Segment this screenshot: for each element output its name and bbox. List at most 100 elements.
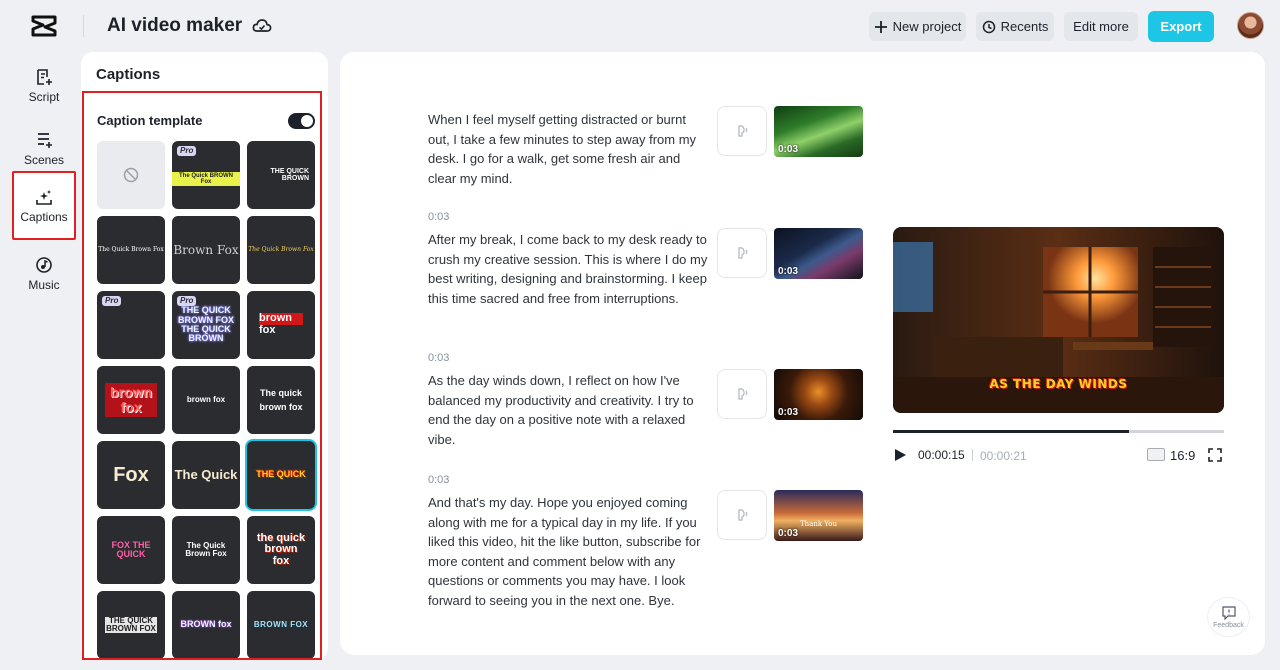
template-tile[interactable]: BROWN fox — [172, 591, 240, 658]
rail-item-label: Scenes — [23, 153, 65, 167]
template-tile[interactable]: The Quick Brown Fox — [247, 216, 315, 284]
new-project-label: New project — [892, 19, 962, 34]
template-preview-text: The Quick BROWN Fox — [172, 171, 240, 187]
template-preview-text: Fox — [113, 463, 149, 486]
voiceover-button[interactable] — [717, 106, 767, 156]
plus-icon — [874, 20, 887, 33]
voice-icon — [738, 388, 748, 400]
template-tile[interactable]: Brown Fox — [172, 216, 240, 284]
voice-icon — [738, 125, 748, 137]
template-none[interactable] — [97, 141, 165, 209]
progress-fill — [893, 430, 1130, 433]
video-preview[interactable]: AS THE DAY WINDS — [893, 227, 1224, 413]
template-preview-text: The Quick Brown Fox — [248, 245, 314, 253]
scene-thumbnail[interactable]: 0:03 — [774, 228, 863, 279]
fullscreen-icon[interactable] — [1208, 448, 1222, 462]
template-tile[interactable]: The Quick Brown Fox — [172, 516, 240, 584]
template-preview-text: the quick brown fox — [256, 531, 306, 567]
script-icon — [37, 69, 52, 85]
thumbnail-caption: Thank You — [799, 520, 838, 528]
template-tile[interactable]: BROWN FOX — [247, 591, 315, 658]
play-icon[interactable] — [893, 448, 907, 462]
pro-badge: Pro — [102, 296, 122, 307]
cloud-sync-icon[interactable] — [252, 16, 272, 36]
template-tile[interactable]: The Quick Brown Fox — [97, 216, 165, 284]
capcut-logo-icon[interactable] — [31, 14, 57, 38]
rail-item-label: Script — [28, 90, 60, 104]
no-caption-icon — [123, 167, 139, 183]
history-icon — [982, 20, 995, 33]
voice-icon — [738, 509, 748, 521]
template-tile[interactable]: brown fox — [247, 291, 315, 359]
scenes-icon — [38, 133, 52, 148]
template-tile[interactable]: Pro — [97, 291, 165, 359]
template-tile[interactable]: Pro The Quick BROWN Fox — [172, 141, 240, 209]
time-separator — [972, 449, 973, 461]
current-time: 00:00:15 — [918, 448, 965, 462]
rail-item-captions[interactable]: Captions — [12, 171, 76, 240]
rail-item-music[interactable]: Music — [12, 245, 76, 303]
template-tile[interactable]: the quick brown fox — [247, 516, 315, 584]
music-icon — [36, 257, 52, 273]
divider — [83, 15, 84, 37]
export-label: Export — [1160, 19, 1202, 34]
template-preview-text: brown fox — [186, 394, 226, 404]
scene-duration: 0:03 — [778, 528, 799, 539]
template-preview-text: The Quick Brown Fox — [185, 540, 227, 558]
aspect-ratio-icon[interactable] — [1147, 448, 1165, 461]
template-preview-text: THE QUICK BROWN FOX — [105, 615, 157, 634]
panel-title: Captions — [96, 66, 161, 83]
template-tile[interactable]: Pro THE QUICK BROWN FOX THE QUICK BROWN — [172, 291, 240, 359]
template-tile-selected[interactable]: THE QUICK — [247, 441, 315, 509]
avatar[interactable] — [1237, 12, 1264, 39]
voiceover-button[interactable] — [717, 369, 767, 419]
new-project-button[interactable]: New project — [869, 12, 966, 41]
template-tile[interactable]: brown fox — [97, 366, 165, 434]
scene-timestamp: 0:03 — [428, 474, 450, 486]
recents-button[interactable]: Recents — [976, 12, 1054, 41]
template-tile[interactable]: The Quick — [172, 441, 240, 509]
template-tile[interactable]: THE QUICK BROWN — [247, 141, 315, 209]
scene-text[interactable]: When I feel myself getting distracted or… — [428, 110, 708, 188]
voiceover-button[interactable] — [717, 228, 767, 278]
template-tile[interactable]: The quick brown fox — [247, 366, 315, 434]
scene-text[interactable]: And that's my day. Hope you enjoyed comi… — [428, 493, 708, 610]
scene-duration: 0:03 — [778, 407, 799, 418]
caption-template-toggle[interactable] — [288, 113, 315, 129]
template-preview-text: The quick brown fox — [259, 387, 303, 412]
rail-item-scenes[interactable]: Scenes — [12, 120, 76, 178]
template-preview-text: THE QUICK BROWN — [270, 167, 310, 182]
edit-more-label: Edit more — [1073, 19, 1129, 34]
scene-thumbnail[interactable]: 0:03 — [774, 369, 863, 420]
template-preview-text: The Quick Brown Fox — [98, 245, 164, 253]
feedback-label: Feedback — [1213, 621, 1244, 629]
template-tile[interactable]: THE QUICK BROWN FOX — [97, 591, 165, 658]
recents-label: Recents — [1000, 19, 1049, 34]
aspect-ratio-button[interactable]: 16:9 — [1170, 448, 1195, 463]
scene-thumbnail[interactable]: 0:03 — [774, 106, 863, 157]
feedback-button[interactable]: Feedback — [1207, 597, 1250, 637]
scene-text[interactable]: After my break, I come back to my desk r… — [428, 230, 708, 308]
top-bar: AI video maker New project Recents Edit … — [0, 0, 1280, 52]
scene-thumbnail[interactable]: Thank You 0:03 — [774, 490, 863, 541]
voiceover-button[interactable] — [717, 490, 767, 540]
app-title: AI video maker — [107, 15, 243, 36]
template-tile[interactable]: FOX THE QUICK — [97, 516, 165, 584]
rail-item-script[interactable]: Script — [12, 57, 76, 115]
pro-badge: Pro — [177, 296, 197, 307]
template-preview-text: THE QUICK — [256, 469, 306, 480]
edit-more-button[interactable]: Edit more — [1064, 12, 1138, 41]
captions-panel: Captions Caption template Pro The Quick … — [81, 52, 328, 660]
template-preview-text: Brown Fox — [173, 242, 239, 257]
scene-text[interactable]: As the day winds down, I reflect on how … — [428, 371, 708, 449]
playback-progress-bar[interactable] — [893, 430, 1224, 433]
export-button[interactable]: Export — [1148, 11, 1214, 42]
pro-badge: Pro — [177, 146, 197, 157]
template-preview-text: brown fox — [105, 383, 157, 417]
template-tile[interactable]: Fox — [97, 441, 165, 509]
preview-caption: AS THE DAY WINDS — [989, 377, 1128, 391]
template-preview-text: THE QUICK BROWN FOX THE QUICK BROWN — [178, 305, 234, 344]
rail-item-label: Captions — [20, 209, 68, 224]
scene-timestamp: 0:03 — [428, 352, 450, 364]
template-tile[interactable]: brown fox — [172, 366, 240, 434]
